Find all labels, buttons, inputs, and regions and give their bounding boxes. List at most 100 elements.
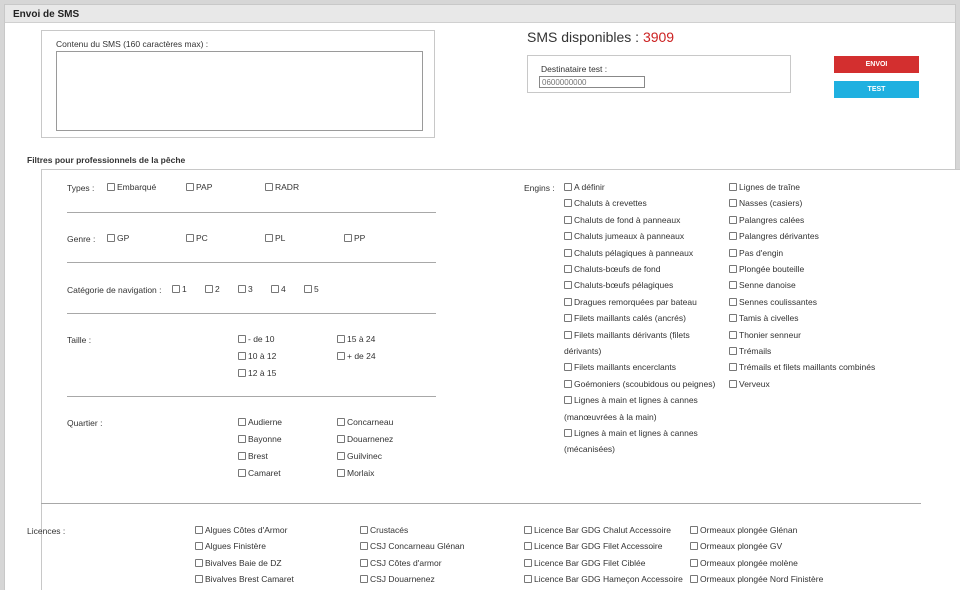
quartier-option[interactable]: Brest bbox=[238, 451, 268, 461]
checkbox[interactable] bbox=[729, 347, 737, 355]
navigation-option-3[interactable]: 3 bbox=[238, 284, 253, 294]
types-option-radr[interactable]: RADR bbox=[265, 182, 299, 192]
engin-option[interactable]: Thonier senneur bbox=[729, 330, 801, 340]
checkbox[interactable] bbox=[729, 215, 737, 224]
taille-option[interactable]: - de 10 bbox=[238, 334, 274, 344]
taille-option[interactable]: 10 à 12 bbox=[238, 351, 276, 361]
checkbox[interactable] bbox=[238, 452, 246, 460]
checkbox[interactable] bbox=[729, 248, 737, 257]
test-button[interactable]: TEST bbox=[834, 81, 919, 98]
checkbox[interactable] bbox=[690, 542, 698, 551]
checkbox[interactable] bbox=[205, 285, 213, 293]
navigation-option-4[interactable]: 4 bbox=[271, 284, 286, 294]
checkbox[interactable] bbox=[729, 363, 737, 372]
checkbox[interactable] bbox=[564, 281, 572, 290]
checkbox[interactable] bbox=[524, 542, 532, 551]
checkbox[interactable] bbox=[524, 575, 532, 584]
engin-option[interactable]: Lignes à main et lignes à cannes bbox=[564, 395, 698, 405]
engin-option[interactable]: Goémoniers (scoubidous ou peignes) bbox=[564, 379, 715, 389]
quartier-option[interactable]: Audierne bbox=[238, 417, 282, 427]
checkbox[interactable] bbox=[564, 314, 572, 323]
types-option-embarque[interactable]: Embarqué bbox=[107, 182, 156, 192]
genre-option-pl[interactable]: PL bbox=[265, 233, 285, 243]
checkbox[interactable] bbox=[564, 248, 572, 257]
checkbox[interactable] bbox=[344, 234, 352, 242]
checkbox[interactable] bbox=[729, 330, 737, 339]
engin-option[interactable]: Palangres calées bbox=[729, 215, 804, 225]
genre-option-pc[interactable]: PC bbox=[186, 233, 208, 243]
checkbox[interactable] bbox=[729, 281, 737, 290]
checkbox[interactable] bbox=[265, 183, 273, 191]
checkbox[interactable] bbox=[564, 199, 572, 208]
engin-option[interactable]: Chaluts à crevettes bbox=[564, 198, 647, 208]
checkbox[interactable] bbox=[238, 352, 246, 360]
licence-option[interactable]: CSJ Côtes d'armor bbox=[360, 558, 442, 568]
engin-option[interactable]: Chaluts jumeaux à panneaux bbox=[564, 231, 684, 241]
checkbox[interactable] bbox=[564, 429, 572, 437]
checkbox[interactable] bbox=[238, 285, 246, 293]
checkbox[interactable] bbox=[729, 379, 737, 388]
licence-option[interactable]: Algues Côtes d'Armor bbox=[195, 525, 287, 535]
licence-option[interactable]: Algues Finistère bbox=[195, 541, 266, 551]
checkbox[interactable] bbox=[690, 526, 698, 534]
engin-option[interactable]: Verveux bbox=[729, 379, 770, 389]
checkbox[interactable] bbox=[337, 469, 345, 477]
taille-option[interactable]: 12 à 15 bbox=[238, 368, 276, 378]
checkbox[interactable] bbox=[195, 575, 203, 584]
checkbox[interactable] bbox=[265, 234, 273, 242]
checkbox[interactable] bbox=[195, 526, 203, 534]
quartier-option[interactable]: Camaret bbox=[238, 468, 281, 478]
checkbox[interactable] bbox=[337, 452, 345, 460]
send-button[interactable]: ENVOI bbox=[834, 56, 919, 73]
checkbox[interactable] bbox=[360, 526, 368, 534]
licence-option[interactable]: Ormeaux plongée Glénan bbox=[690, 525, 797, 535]
checkbox[interactable] bbox=[195, 542, 203, 551]
engin-option[interactable]: Filets maillants dérivants (filets bbox=[564, 330, 690, 340]
checkbox[interactable] bbox=[729, 265, 737, 273]
licence-option[interactable]: Ormeaux plongée Nord Finistère bbox=[690, 574, 823, 584]
engin-option[interactable]: Nasses (casiers) bbox=[729, 198, 802, 208]
checkbox[interactable] bbox=[304, 285, 312, 293]
checkbox[interactable] bbox=[271, 285, 279, 293]
engin-option[interactable]: Pas d'engin bbox=[729, 248, 783, 258]
engin-option[interactable]: Palangres dérivantes bbox=[729, 231, 819, 241]
licence-option[interactable]: Ormeaux plongée GV bbox=[690, 541, 782, 551]
engin-option[interactable]: Chaluts-bœufs pélagiques bbox=[564, 280, 673, 290]
checkbox[interactable] bbox=[564, 265, 572, 273]
checkbox[interactable] bbox=[360, 558, 368, 567]
checkbox[interactable] bbox=[337, 352, 345, 360]
checkbox[interactable] bbox=[195, 558, 203, 567]
licence-option[interactable]: CSJ Concarneau Glénan bbox=[360, 541, 465, 551]
engin-option[interactable]: Chaluts pélagiques à panneaux bbox=[564, 248, 693, 258]
engin-option[interactable]: Lignes de traîne bbox=[729, 182, 800, 192]
engin-option[interactable]: Sennes coulissantes bbox=[729, 297, 817, 307]
checkbox[interactable] bbox=[564, 183, 572, 191]
checkbox[interactable] bbox=[360, 542, 368, 551]
checkbox[interactable] bbox=[564, 297, 572, 306]
checkbox[interactable] bbox=[107, 234, 115, 242]
checkbox[interactable] bbox=[729, 232, 737, 241]
quartier-option[interactable]: Concarneau bbox=[337, 417, 393, 427]
navigation-option-1[interactable]: 1 bbox=[172, 284, 187, 294]
checkbox[interactable] bbox=[690, 558, 698, 567]
checkbox[interactable] bbox=[186, 183, 194, 191]
navigation-option-2[interactable]: 2 bbox=[205, 284, 220, 294]
sms-content-textarea[interactable] bbox=[56, 51, 423, 131]
checkbox[interactable] bbox=[690, 575, 698, 584]
licence-option[interactable]: Bivalves Brest Camaret bbox=[195, 574, 294, 584]
checkbox[interactable] bbox=[186, 234, 194, 242]
checkbox[interactable] bbox=[238, 469, 246, 477]
licence-option[interactable]: Bivalves Baie de DZ bbox=[195, 558, 282, 568]
engin-option[interactable]: Tamis à civelles bbox=[729, 313, 799, 323]
checkbox[interactable] bbox=[729, 297, 737, 306]
licence-option[interactable]: CSJ Douarnenez bbox=[360, 574, 435, 584]
types-option-pap[interactable]: PAP bbox=[186, 182, 212, 192]
checkbox[interactable] bbox=[564, 232, 572, 241]
navigation-option-5[interactable]: 5 bbox=[304, 284, 319, 294]
checkbox[interactable] bbox=[337, 335, 345, 343]
engin-option[interactable]: A définir bbox=[564, 182, 605, 192]
engin-option[interactable]: Lignes à main et lignes à cannes bbox=[564, 428, 698, 438]
licence-option[interactable]: Licence Bar GDG Hameçon Accessoire bbox=[524, 574, 683, 584]
quartier-option[interactable]: Bayonne bbox=[238, 434, 282, 444]
checkbox[interactable] bbox=[564, 363, 572, 372]
